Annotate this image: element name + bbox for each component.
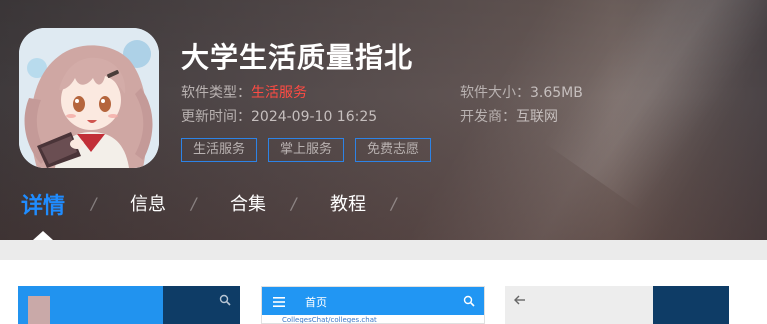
- app-title: 大学生活质量指北: [181, 41, 414, 74]
- preview-app-bar: 首页: [262, 287, 484, 315]
- tab-tutorial[interactable]: 教程: [330, 190, 366, 216]
- preview-avatar: [28, 296, 50, 324]
- update-time-label: 更新时间：: [181, 109, 251, 125]
- tab-separator: /: [91, 194, 97, 213]
- preview-page: [505, 286, 653, 324]
- tab-details[interactable]: 详情: [21, 188, 65, 220]
- software-size-value: 3.65MB: [530, 85, 583, 101]
- preview-side-panel: [653, 286, 729, 324]
- tag-life-service[interactable]: 生活服务: [181, 138, 258, 162]
- screenshot-preview-1[interactable]: [18, 286, 240, 324]
- menu-icon: [273, 297, 285, 307]
- tab-separator: /: [191, 194, 197, 213]
- tab-separator: /: [291, 194, 297, 213]
- screenshot-preview-3[interactable]: [505, 286, 729, 324]
- search-icon: [463, 295, 475, 307]
- preview-title: 首页: [305, 296, 327, 309]
- developer-label: 开发商：: [460, 109, 516, 125]
- update-time-value: 2024-09-10 16:25: [251, 109, 378, 125]
- tab-separator: /: [391, 194, 397, 213]
- developer: 开发商：互联网: [460, 106, 558, 126]
- preview-sidebar: [18, 286, 163, 324]
- tab-collection[interactable]: 合集: [230, 190, 266, 216]
- app-icon: [19, 28, 159, 168]
- tab-info[interactable]: 信息: [130, 190, 166, 216]
- active-tab-indicator: [33, 231, 53, 240]
- software-type-value[interactable]: 生活服务: [251, 85, 307, 101]
- tag-list: 生活服务 掌上服务 免费志愿: [181, 138, 432, 162]
- app-header: 大学生活质量指北 软件类型：生活服务 更新时间：2024-09-10 16:25…: [0, 0, 767, 240]
- back-arrow-icon: [514, 295, 525, 305]
- tag-free-volunteer[interactable]: 免费志愿: [355, 138, 432, 162]
- preview-url: CollegesChat/colleges.chat: [282, 316, 377, 324]
- developer-value: 互联网: [516, 109, 558, 125]
- screenshot-preview-2[interactable]: 首页 CollegesChat/colleges.chat: [261, 286, 485, 324]
- software-size: 软件大小：3.65MB: [460, 82, 583, 102]
- search-icon: [219, 294, 231, 306]
- software-size-label: 软件大小：: [460, 85, 530, 101]
- section-divider: [0, 240, 767, 260]
- update-time: 更新时间：2024-09-10 16:25: [181, 106, 377, 126]
- anime-girl-icon: [19, 28, 159, 168]
- software-type: 软件类型：生活服务: [181, 82, 307, 102]
- tab-bar: 详情 / 信息 / 合集 / 教程 /: [0, 186, 767, 240]
- tag-mobile-service[interactable]: 掌上服务: [268, 138, 345, 162]
- software-type-label: 软件类型：: [181, 85, 251, 101]
